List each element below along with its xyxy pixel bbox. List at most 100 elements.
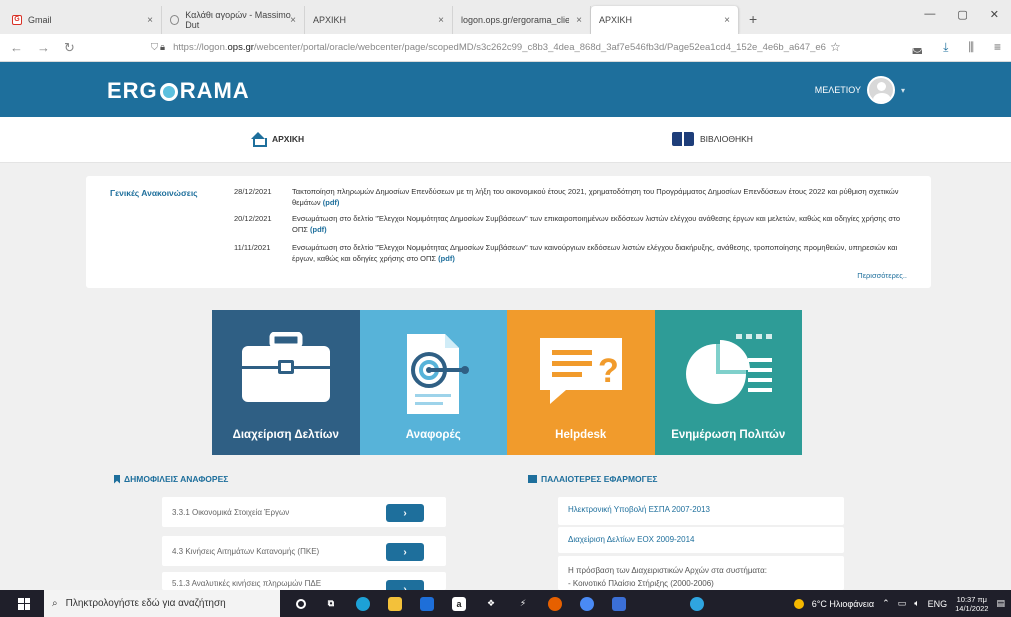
globe-icon [170, 15, 180, 25]
weather-text[interactable]: 6°C Ηλιοφάνεια [812, 599, 874, 609]
notification-icon[interactable]: ▤ [996, 598, 1005, 609]
close-icon[interactable]: × [438, 15, 444, 26]
tab-label: Gmail [28, 15, 52, 25]
tile-helpdesk[interactable]: ? Helpdesk [507, 310, 655, 455]
maximize-icon[interactable]: ▢ [957, 8, 967, 21]
file-explorer-icon[interactable] [388, 596, 402, 611]
pdf-link[interactable]: (pdf) [323, 198, 340, 207]
tab-gmail[interactable]: G Gmail × [4, 6, 162, 34]
browser-tab-bar: G Gmail × Καλάθι αγορών - Massimo Dut × … [0, 0, 1011, 34]
firefox-icon[interactable] [548, 596, 562, 611]
menu-icon[interactable]: ≡ [994, 40, 1001, 55]
close-icon[interactable]: × [576, 15, 582, 26]
pdf-link[interactable]: (pdf) [310, 225, 327, 234]
tile-citizen-info[interactable]: Ενημέρωση Πολιτών [654, 310, 802, 455]
download-icon[interactable]: ⤓ [943, 40, 948, 55]
book-icon [672, 132, 694, 146]
chrome-icon[interactable] [580, 596, 594, 611]
tile-label: Αναφορές [405, 429, 461, 441]
bookmark-star-icon[interactable]: ☆ [830, 40, 841, 54]
help-bubble-icon: ? [539, 338, 622, 404]
nav-home[interactable]: ΑΡΧΙΚΗ [250, 132, 305, 147]
access-text: Η πρόσβαση των Διαχειριστικών Αρχών στα … [568, 566, 767, 575]
close-window-icon[interactable]: ✕ [990, 8, 999, 21]
reload-icon[interactable]: ↻ [64, 40, 75, 56]
settings-icon[interactable] [690, 596, 704, 611]
close-icon[interactable]: × [147, 15, 153, 26]
tile-reports[interactable]: Αναφορές [359, 310, 507, 455]
tile-label: Helpdesk [555, 429, 607, 441]
report-item[interactable]: 4.3 Κινήσεις Αιτημάτων Κατανομής (ΠΚΕ) › [162, 536, 446, 566]
store-icon[interactable] [420, 596, 434, 611]
site-header: ERG RAMA ΜΕΛΕΤΙΟΥ ▾ [0, 62, 1011, 117]
announcement-text: Τακτοποίηση πληρωμών Δημοσίων Επενδύσεων… [292, 186, 914, 208]
open-report-button[interactable]: › [386, 580, 424, 590]
announcement-text: Ενσωμάτωση στο δελτίο "Έλεγχοι Νομιμότητ… [292, 242, 914, 264]
pocket-icon[interactable]: ◛ [911, 40, 923, 55]
windows-start-icon[interactable] [18, 597, 30, 610]
report-label: 4.3 Κινήσεις Αιτημάτων Κατανομής (ΠΚΕ) [172, 546, 320, 556]
cortana-icon[interactable] [296, 598, 306, 609]
clock-date: 14/1/2022 [955, 603, 989, 613]
user-menu[interactable]: ΜΕΛΕΤΙΟΥ ▾ [815, 76, 905, 104]
tab-logon[interactable]: logon.ops.gr/ergorama_client × [453, 6, 591, 34]
report-item[interactable]: 5.1.3 Αναλυτικές κινήσεις πληρωμών ΠΔΕ › [162, 572, 446, 590]
more-announcements-link[interactable]: Περισσότερες.. [857, 271, 907, 280]
back-icon[interactable]: ← [10, 40, 23, 55]
announcement-body: Ενσωμάτωση στο δελτίο "Έλεγχοι Νομιμότητ… [292, 214, 901, 234]
ergorama-logo[interactable]: ERG RAMA [107, 78, 250, 104]
tab-home-1[interactable]: ΑΡΧΙΚΗ × [305, 6, 453, 34]
tab-home-active[interactable]: ΑΡΧΙΚΗ × [591, 6, 739, 34]
close-icon[interactable]: × [724, 15, 730, 26]
photos-icon[interactable] [612, 596, 626, 611]
old-app-link[interactable]: Ηλεκτρονική Υποβολή ΕΣΠΑ 2007-2013 [558, 497, 844, 525]
chevron-down-icon: ▾ [900, 85, 905, 95]
minimize-icon[interactable]: — [924, 8, 935, 21]
sun-icon [793, 598, 804, 609]
library-icon[interactable]: ⫼ [968, 40, 974, 55]
pdf-link[interactable]: (pdf) [438, 254, 455, 263]
url-domain: ops.gr [227, 42, 254, 53]
tab-cart[interactable]: Καλάθι αγορών - Massimo Dut × [162, 6, 305, 34]
network-icon[interactable]: ▭ [898, 598, 907, 609]
clock[interactable]: 10:37 πμ 14/1/2022 [955, 595, 988, 613]
dropbox-icon[interactable]: ❖ [484, 597, 498, 611]
open-report-button[interactable]: › [386, 504, 424, 522]
popular-reports-heading: ΔΗΜΟΦΙΛΕΙΣ ΑΝΑΦΟΡΕΣ [114, 474, 228, 484]
old-app-label: Διαχείριση Δελτίων ΕΟΧ 2009-2014 [568, 535, 695, 544]
old-app-link[interactable]: Διαχείριση Δελτίων ΕΟΧ 2009-2014 [558, 527, 844, 553]
nav-home-label: ΑΡΧΙΚΗ [272, 134, 305, 144]
section-title: ΠΑΛΑΙΟΤΕΡΕΣ ΕΦΑΡΜΟΓΕΣ [541, 474, 658, 484]
tab-label: ΑΡΧΙΚΗ [599, 15, 633, 25]
close-icon[interactable]: × [290, 15, 296, 26]
report-item[interactable]: 3.3.1 Οικονομικά Στοιχεία Έργων › [162, 497, 446, 527]
volume-icon[interactable]: 🔈︎ [914, 598, 919, 609]
announcement-date: 11/11/2021 [234, 243, 271, 252]
taskbar-search-input[interactable]: ⌕ Πληκτρολογήστε εδώ για αναζήτηση [44, 590, 280, 617]
address-bar: ← → ↻ ⛉ 🔒︎ https://logon. ops.gr/webcente… [0, 34, 1011, 62]
url-input[interactable]: ⛉ 🔒︎ https://logon. ops.gr/webcenter/port… [151, 37, 831, 59]
announcement-text: Ενσωμάτωση στο δελτίο "Έλεγχοι Νομιμότητ… [292, 213, 914, 235]
announcement-date: 20/12/2021 [234, 214, 272, 223]
language-indicator[interactable]: ENG [928, 599, 948, 609]
edge-icon[interactable] [356, 596, 370, 611]
task-view-icon[interactable]: ⧉ [324, 597, 338, 611]
winamp-icon[interactable]: ⚡ [516, 597, 530, 611]
open-report-button[interactable]: › [386, 543, 424, 561]
new-tab-button[interactable]: + [749, 11, 757, 27]
chevron-up-icon[interactable]: ⌃ [882, 598, 890, 609]
tab-label: logon.ops.gr/ergorama_client [461, 15, 569, 25]
tile-manage-reports[interactable]: Διαχείριση Δελτίων [212, 310, 360, 455]
user-name: ΜΕΛΕΤΙΟΥ [814, 85, 861, 95]
shield-icon: ⛉ [150, 42, 159, 53]
tab-label: Καλάθι αγορών - Massimo Dut [185, 10, 291, 30]
target-document-icon [407, 334, 470, 414]
pie-chart-icon [686, 334, 773, 404]
announcement-body: Τακτοποίηση πληρωμών Δημοσίων Επενδύσεων… [292, 187, 899, 207]
access-item[interactable]: - Κοινοτικό Πλαίσιο Στήριξης (2000-2006) [568, 577, 834, 590]
amazon-icon[interactable]: a [452, 596, 466, 611]
gear-icon [159, 83, 178, 101]
nav-library-label: ΒΙΒΛΙΟΘΗΚΗ [700, 134, 753, 144]
nav-library[interactable]: ΒΙΒΛΙΟΘΗΚΗ [672, 132, 753, 146]
forward-icon[interactable]: → [37, 40, 50, 55]
